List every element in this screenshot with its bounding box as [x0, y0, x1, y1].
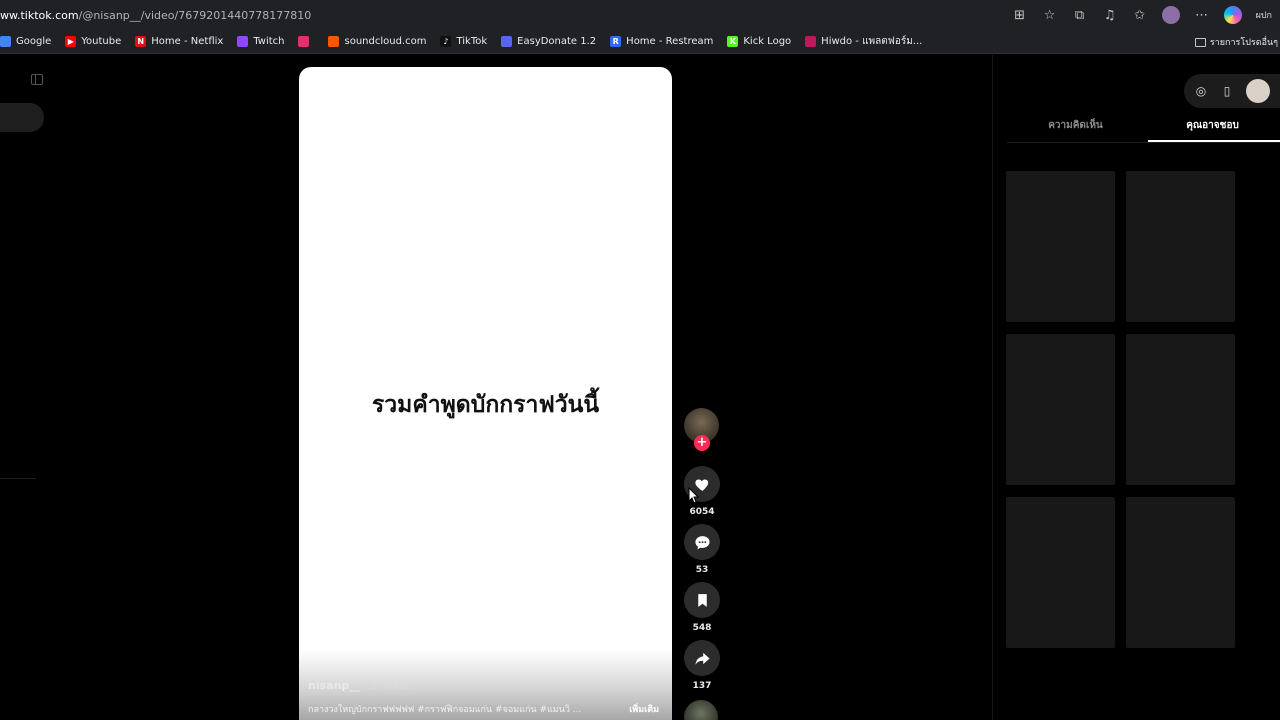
panel-tabs: ความคิดเห็น คุณอาจชอบ	[1007, 118, 1280, 142]
share-arrow-icon	[694, 652, 710, 665]
video-author[interactable]: nisanp__ · 2 วันที่แล้ว	[308, 679, 417, 694]
suggested-video-tile[interactable]	[1126, 497, 1235, 648]
tabs-divider	[1007, 142, 1280, 143]
app-install-icon[interactable]: ⊞	[1012, 8, 1028, 23]
profile-label: ผปก	[1255, 11, 1272, 21]
suggested-video-tile[interactable]	[1006, 171, 1115, 322]
share-button[interactable]	[684, 640, 720, 676]
compass-icon[interactable]: ◎	[1194, 84, 1208, 98]
share-count: 137	[692, 681, 712, 691]
comment-icon	[694, 535, 710, 549]
folder-icon	[1194, 37, 1206, 47]
suggested-video-tile[interactable]	[1006, 334, 1115, 485]
bookmark-favicon-icon	[328, 36, 340, 47]
bookmark-item[interactable]: N Home - Netflix	[135, 36, 223, 47]
favorites-icon[interactable]: ✩	[1132, 8, 1148, 23]
media-icon[interactable]: ♫	[1102, 8, 1118, 23]
profile-avatar[interactable]	[1161, 6, 1180, 24]
author-name[interactable]: nisanp__	[308, 679, 360, 692]
like-count: 6054	[689, 507, 715, 517]
bookmark-item[interactable]	[298, 36, 314, 47]
more-icon[interactable]: ⋯	[1194, 8, 1210, 23]
url-host: ww.tiktok.com	[0, 8, 79, 22]
sidebar-nav-item[interactable]	[0, 103, 44, 132]
follow-plus-icon[interactable]: +	[694, 435, 710, 451]
share-action[interactable]: 137	[684, 640, 720, 691]
other-favorites-folder[interactable]: รายการโปรดอื่นๆ	[1194, 30, 1278, 54]
bookmark-favicon-icon	[805, 36, 817, 47]
post-time: · 2 วันที่แล้ว	[364, 681, 418, 692]
bookmark-label: Hiwdo - แพลตฟอร์ม...	[821, 36, 923, 47]
bookmark-item[interactable]: soundcloud.com	[328, 36, 426, 47]
folder-label: รายการโปรดอื่นๆ	[1209, 38, 1278, 48]
address-bar[interactable]: ww.tiktok.com/@nisanp__/video/7679201440…	[0, 0, 1280, 30]
sidebar-toggle-icon[interactable]	[31, 74, 43, 85]
suggested-video-grid	[1006, 171, 1238, 648]
bookmark-item[interactable]: Hiwdo - แพลตฟอร์ม...	[805, 34, 922, 49]
suggested-video-tile[interactable]	[1126, 171, 1235, 322]
tab-comments[interactable]: ความคิดเห็น	[1007, 118, 1144, 142]
more-button[interactable]: เพิ่มเติม	[629, 702, 659, 716]
bookmark-item[interactable]: ♪ TikTok	[440, 36, 487, 47]
bookmark-favicon-icon	[501, 36, 513, 47]
video-description: กลางวงใหญ่บักกราฟฟฟฟฟ #กราฟฟิกจอมแก่น #จ…	[308, 705, 582, 715]
bookmark-favicon-icon: K	[727, 36, 739, 47]
comment-action[interactable]: 53	[684, 524, 720, 575]
save-count: 548	[692, 623, 712, 633]
url-text[interactable]: ww.tiktok.com/@nisanp__/video/7679201440…	[0, 9, 311, 22]
top-actions-pill: ◎ ▯	[1184, 74, 1280, 108]
browser-toolbar: ⊞ ☆ ⧉ ♫ ✩ ⋯ ผปก	[1012, 0, 1272, 30]
user-avatar[interactable]	[1246, 79, 1270, 103]
extensions-icon[interactable]: ⧉	[1072, 8, 1088, 23]
tab-you-may-like[interactable]: คุณอาจชอบ	[1144, 118, 1280, 142]
sidebar-divider	[0, 478, 36, 479]
bookmark-label: Kick Logo	[743, 36, 792, 47]
bookmarks-bar: Google ▶ Youtube N Home - Netflix Twitch sound…	[0, 30, 1280, 54]
comment-button[interactable]	[684, 524, 720, 560]
bookmark-item[interactable]: Google	[0, 36, 51, 47]
bookmark-label: TikTok	[456, 36, 488, 47]
bookmark-favicon-icon: ♪	[440, 36, 452, 47]
save-button[interactable]	[684, 582, 720, 618]
star-icon[interactable]: ☆	[1042, 8, 1058, 23]
video-player[interactable]: รวมคำพูดบักกราฟวันนี้ nisanp__ · 2 วันที่…	[299, 67, 672, 720]
bookmark-favicon-icon: R	[610, 36, 622, 47]
bookmark-favicon-icon	[298, 36, 310, 47]
url-path: /@nisanp__/video/7679201440778177810	[78, 8, 312, 22]
bookmark-label: Google	[16, 36, 52, 47]
mouse-cursor-icon	[688, 487, 700, 504]
bookmark-item[interactable]: R Home - Restream	[610, 36, 713, 47]
next-video-avatar[interactable]	[684, 700, 718, 720]
bookmark-item[interactable]: EasyDonate 1.2	[501, 36, 596, 47]
bookmark-item[interactable]: K Kick Logo	[727, 36, 791, 47]
bookmark-favicon-icon	[0, 36, 11, 47]
bookmark-favicon-icon	[237, 36, 249, 47]
copilot-icon[interactable]	[1223, 6, 1242, 24]
bookmark-favicon-icon: ▶	[65, 36, 77, 47]
video-overlay-text: รวมคำพูดบักกราฟวันนี้	[371, 392, 600, 418]
bookmark-label: Home - Netflix	[151, 36, 224, 47]
bookmark-item[interactable]: Twitch	[237, 36, 284, 47]
save-action[interactable]: 548	[684, 582, 720, 633]
suggested-video-tile[interactable]	[1006, 497, 1115, 648]
right-panel: ◎ ▯ ความคิดเห็น คุณอาจชอบ	[992, 55, 1280, 720]
bookmark-label: Youtube	[81, 36, 122, 47]
bookmark-icon	[697, 593, 707, 607]
phone-icon[interactable]: ▯	[1220, 84, 1234, 98]
bookmark-favicon-icon: N	[135, 36, 147, 47]
bookmark-label: EasyDonate 1.2	[517, 36, 597, 47]
bookmark-label: Home - Restream	[626, 36, 714, 47]
bookmark-label: Twitch	[253, 36, 285, 47]
bookmark-label: soundcloud.com	[344, 36, 427, 47]
suggested-video-tile[interactable]	[1126, 334, 1235, 485]
comment-count: 53	[695, 565, 709, 575]
bookmark-item[interactable]: ▶ Youtube	[65, 36, 121, 47]
